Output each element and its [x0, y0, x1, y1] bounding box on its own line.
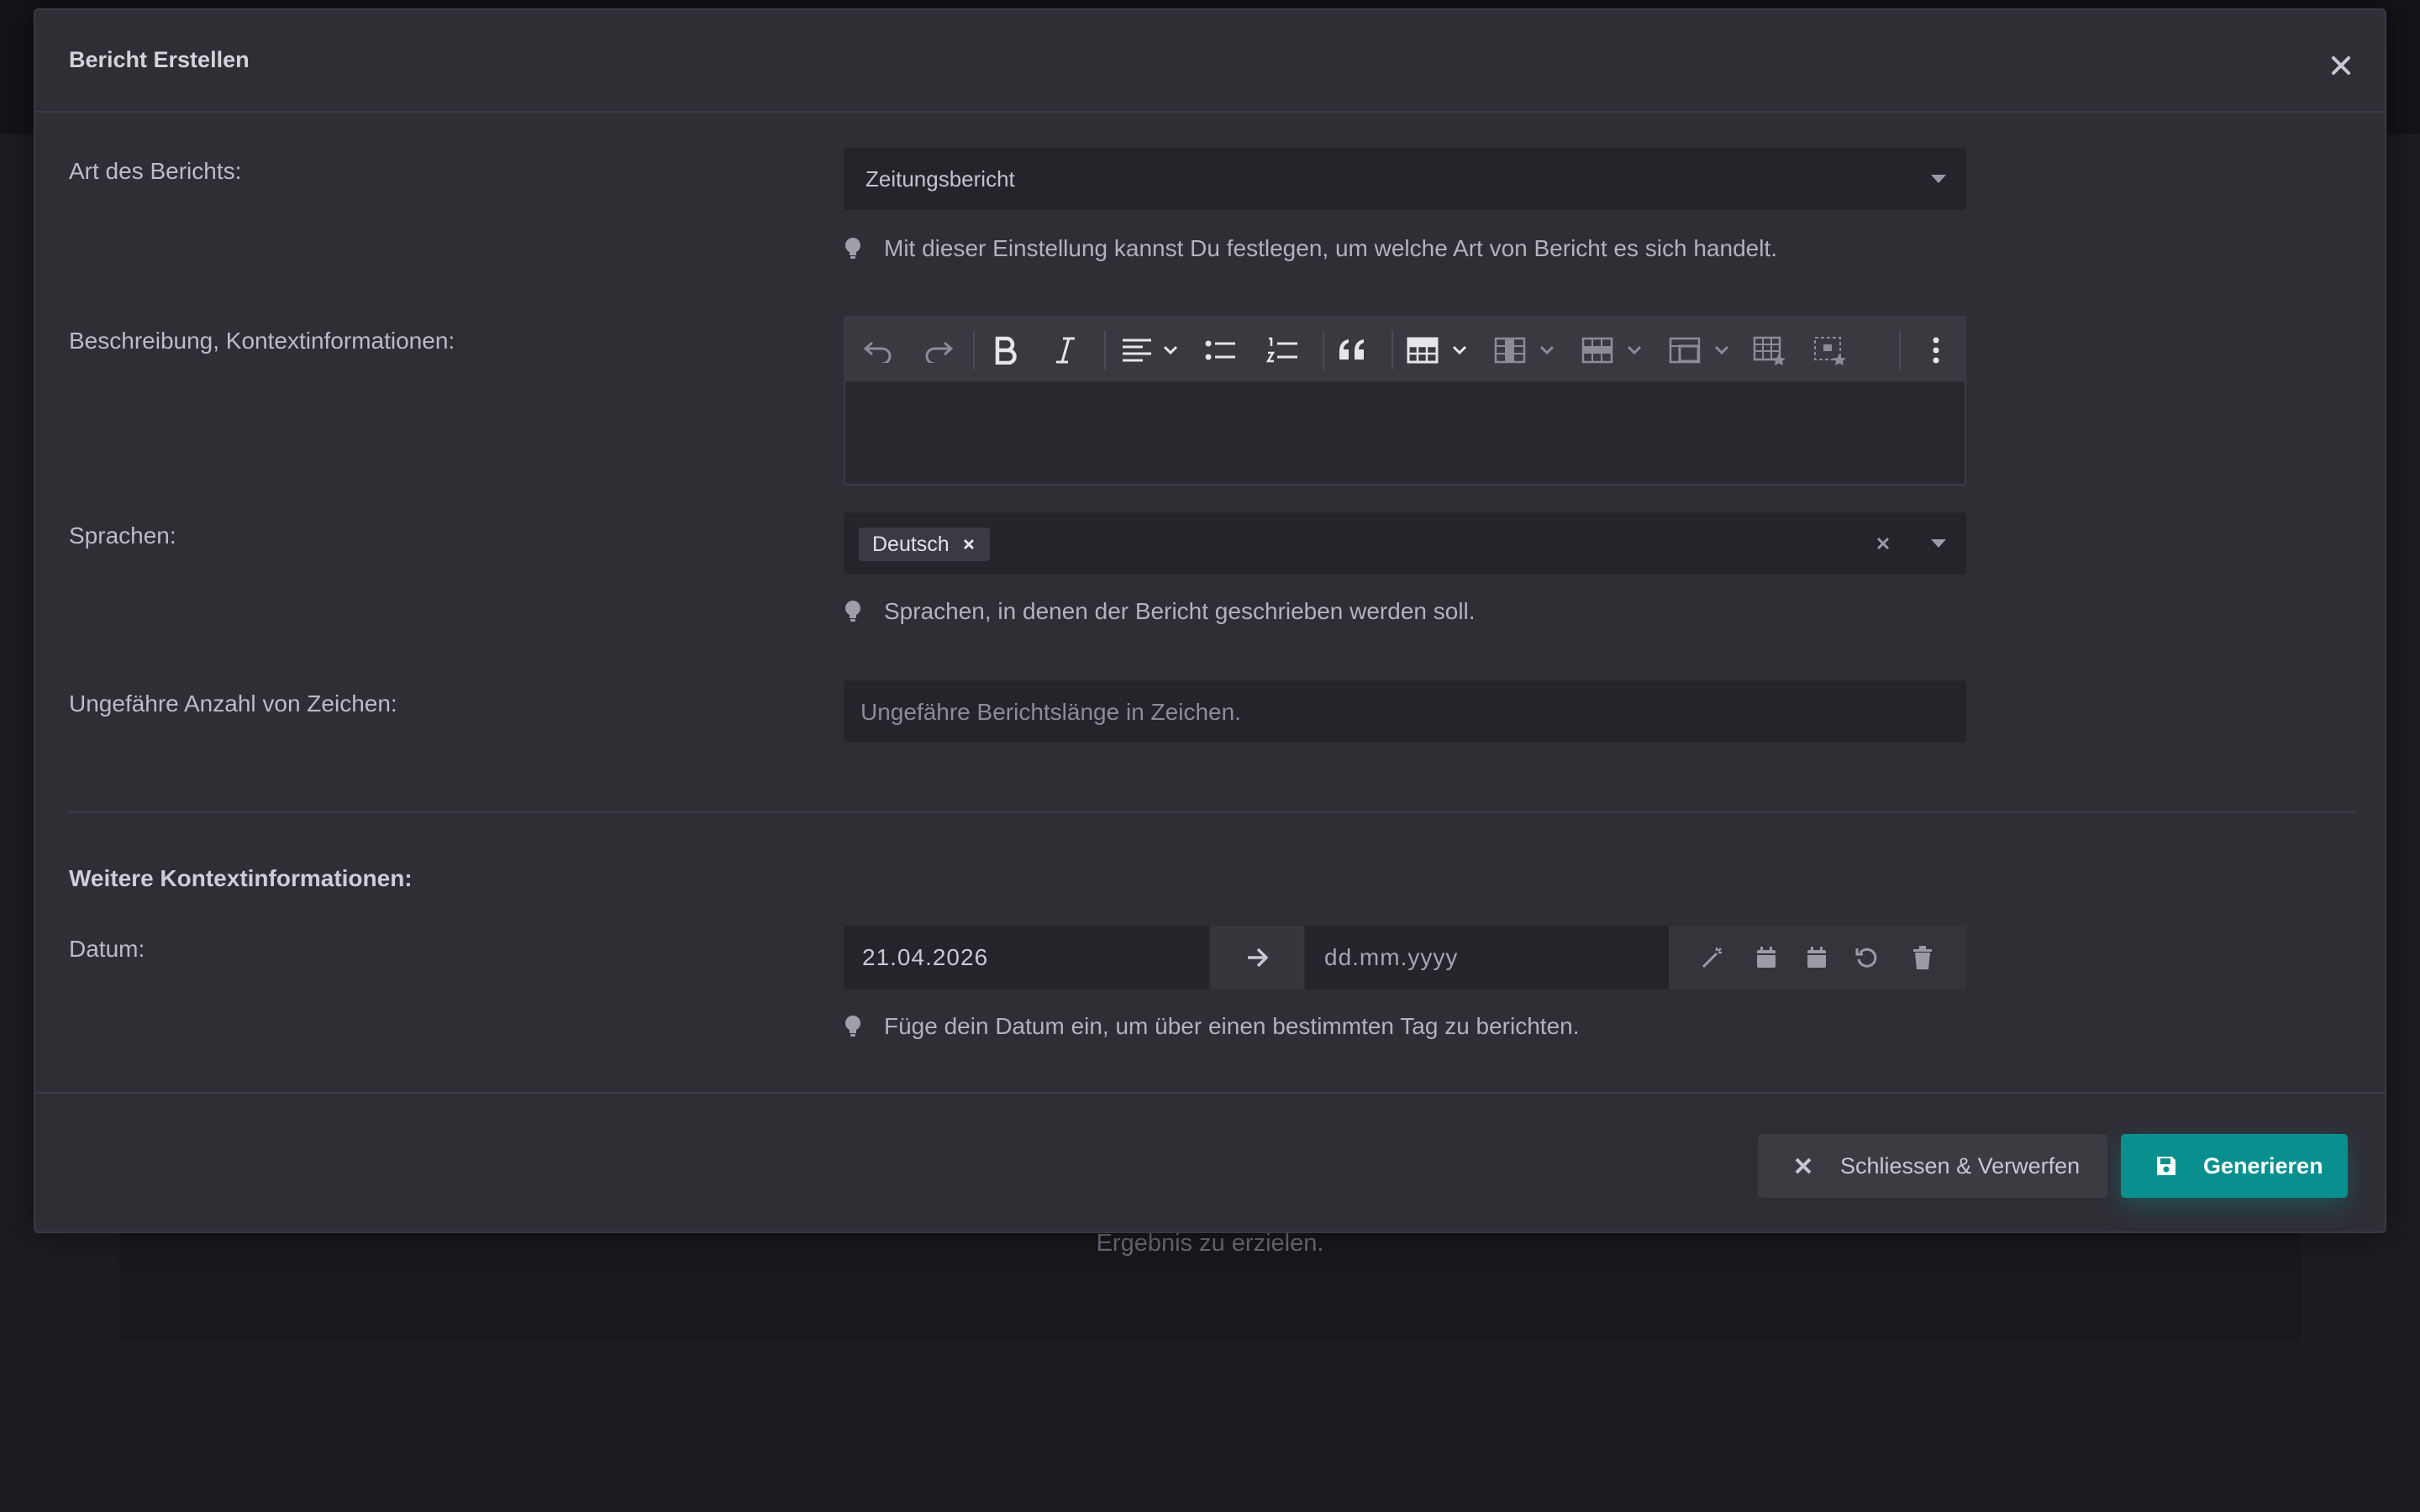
languages-label: Sprachen:: [69, 522, 176, 549]
redo-icon[interactable]: [921, 334, 956, 366]
toolbar-separator: [973, 331, 975, 370]
arrow-right-icon: [1248, 948, 1269, 968]
date-label: Datum:: [69, 936, 145, 962]
numbered-list-icon[interactable]: [1264, 334, 1301, 366]
description-label: Beschreibung, Kontextinformationen:: [69, 328, 455, 354]
language-tag-label: Deutsch: [872, 532, 950, 556]
char-count-placeholder: Ungefähre Berichtslänge in Zeichen.: [860, 699, 1241, 725]
calendar-icon[interactable]: [1751, 942, 1781, 973]
table-row-icon[interactable]: [1578, 334, 1649, 366]
more-vertical-icon[interactable]: [1919, 334, 1953, 366]
languages-multiselect[interactable]: Deutsch: [844, 512, 1966, 575]
magic-wand-icon[interactable]: [1697, 942, 1728, 973]
background-card-text: Ergebnis zu erzielen.: [1096, 1230, 1324, 1257]
lightbulb-icon: [845, 601, 860, 622]
table-column-icon[interactable]: [1491, 334, 1561, 366]
languages-hint: Sprachen, in denen der Bericht geschrieb…: [844, 598, 1476, 625]
editor-content-area[interactable]: [845, 385, 1965, 484]
undo-icon[interactable]: [860, 334, 896, 366]
close-discard-button[interactable]: Schliessen & Verwerfen: [1758, 1134, 2107, 1198]
close-icon[interactable]: [2326, 50, 2356, 81]
close-icon: [1795, 1158, 1812, 1174]
align-icon[interactable]: [1116, 334, 1183, 366]
date-from-input[interactable]: 21.04.2026: [844, 926, 1208, 990]
lightbulb-icon: [845, 1016, 860, 1037]
close-discard-label: Schliessen & Verwerfen: [1840, 1152, 2081, 1179]
modal-title: Bericht Erstellen: [69, 47, 250, 72]
table-icon[interactable]: [1403, 334, 1474, 366]
generate-label: Generieren: [2203, 1152, 2323, 1179]
create-report-modal: Bericht Erstellen Art des Berichts: Zeit…: [34, 8, 2386, 1233]
modal-footer: Schliessen & Verwerfen Generieren: [35, 1092, 2385, 1231]
date-to-input[interactable]: dd.mm.yyyy: [1306, 926, 1669, 990]
reset-icon[interactable]: [1852, 942, 1882, 973]
toolbar-separator: [1323, 331, 1324, 370]
date-range-picker: 21.04.2026 dd.mm.yyyy: [844, 926, 1966, 990]
section-divider: [69, 811, 2354, 813]
toolbar-separator: [1104, 331, 1106, 370]
calendar-icon[interactable]: [1802, 942, 1832, 973]
date-range-arrow: [1208, 926, 1306, 990]
description-editor: [844, 316, 1966, 486]
date-hint-text: Füge dein Datum ein, um über einen besti…: [884, 1013, 1580, 1039]
char-count-input[interactable]: Ungefähre Berichtslänge in Zeichen.: [844, 680, 1966, 743]
char-count-label: Ungefähre Anzahl von Zeichen:: [69, 690, 397, 717]
report-type-label: Art des Berichts:: [69, 158, 242, 184]
chevron-down-icon[interactable]: [1931, 539, 1946, 548]
section-title: Weitere Kontextinformationen:: [69, 865, 413, 891]
report-type-select[interactable]: Zeitungsbericht: [844, 148, 1966, 210]
date-tools: [1669, 926, 1966, 990]
table-cell-icon[interactable]: [1665, 334, 1736, 366]
date-hint: Füge dein Datum ein, um über einen besti…: [844, 1013, 1580, 1040]
remove-tag-icon[interactable]: [961, 537, 976, 552]
chevron-down-icon: [1931, 175, 1946, 183]
save-icon: [2157, 1157, 2175, 1175]
table-properties-icon[interactable]: [1751, 334, 1788, 366]
table-cell-properties-icon[interactable]: [1812, 334, 1849, 366]
toolbar-separator: [1392, 331, 1393, 370]
report-type-hint: Mit dieser Einstellung kannst Du festleg…: [844, 235, 1777, 262]
report-type-value: Zeitungsbericht: [865, 166, 1015, 192]
date-to-placeholder: dd.mm.yyyy: [1324, 944, 1459, 970]
bullet-list-icon[interactable]: [1202, 334, 1239, 366]
quote-icon[interactable]: [1334, 334, 1371, 366]
date-from-value: 21.04.2026: [862, 944, 989, 970]
lightbulb-icon: [845, 238, 860, 259]
italic-icon[interactable]: [1049, 334, 1082, 366]
editor-toolbar: [845, 318, 1965, 383]
languages-hint-text: Sprachen, in denen der Bericht geschrieb…: [884, 598, 1476, 624]
report-type-hint-text: Mit dieser Einstellung kannst Du festleg…: [884, 235, 1777, 261]
modal-header: Bericht Erstellen: [35, 10, 2385, 113]
clear-icon[interactable]: [1876, 536, 1891, 551]
language-tag-deutsch: Deutsch: [859, 528, 990, 561]
bold-icon[interactable]: [988, 334, 1022, 366]
trash-icon[interactable]: [1907, 942, 1938, 973]
toolbar-separator: [1899, 331, 1901, 370]
generate-button[interactable]: Generieren: [2121, 1134, 2348, 1198]
